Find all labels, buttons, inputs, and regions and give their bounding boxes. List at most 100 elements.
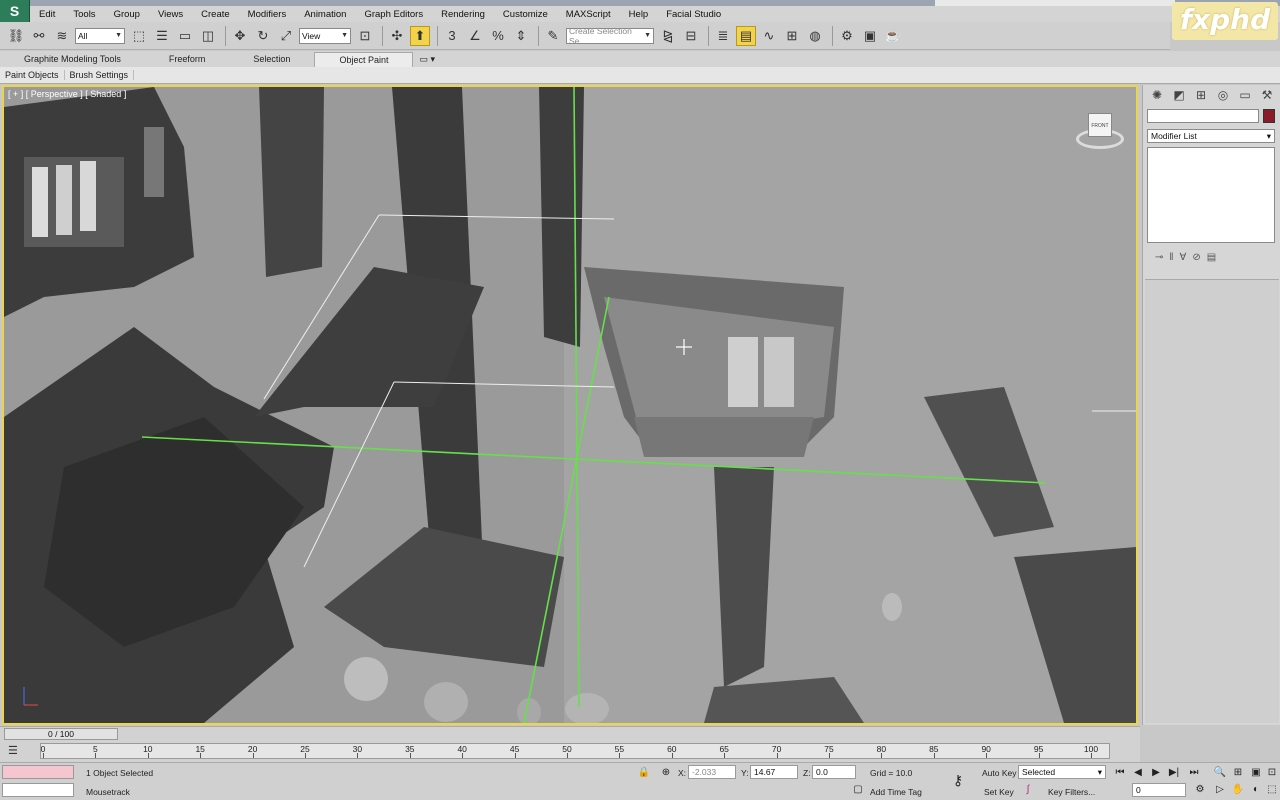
panel-brush-settings[interactable]: Brush Settings (65, 70, 135, 80)
align-icon[interactable]: ⊟ (681, 26, 701, 46)
spinner-snap-icon[interactable]: ⇕ (511, 26, 531, 46)
add-time-tag[interactable]: Add Time Tag (870, 787, 922, 797)
current-frame-field[interactable]: 0 (1132, 783, 1186, 797)
bind-space-warp-icon[interactable]: ≋ (52, 26, 72, 46)
menu-graph-editors[interactable]: Graph Editors (355, 9, 432, 20)
menu-group[interactable]: Group (105, 9, 149, 20)
material-editor-icon[interactable]: ◍ (805, 26, 825, 46)
modifier-stack[interactable] (1147, 147, 1275, 243)
menu-tools[interactable]: Tools (64, 9, 104, 20)
select-and-rotate-icon[interactable]: ↻ (253, 26, 273, 46)
keyboard-shortcut-override-icon[interactable]: ⬆ (410, 25, 430, 46)
menu-facial-studio[interactable]: Facial Studio (657, 9, 730, 20)
menu-rendering[interactable]: Rendering (432, 9, 494, 20)
show-end-result-icon[interactable]: ‖ (1169, 252, 1173, 263)
auto-key-button[interactable]: Auto Key (982, 768, 1017, 778)
menu-animation[interactable]: Animation (295, 9, 355, 20)
rendered-frame-window-icon[interactable]: ▣ (860, 26, 880, 46)
selection-filter-dropdown[interactable]: All ▼ (75, 27, 125, 44)
render-setup-icon[interactable]: ⚙ (837, 26, 857, 46)
key-mode-dropdown[interactable]: Selected ▾ (1018, 765, 1106, 779)
zoom-icon[interactable]: 🔍 (1212, 766, 1228, 780)
orbit-icon[interactable]: ◐ (1248, 783, 1264, 797)
select-and-move-icon[interactable]: ✥ (230, 26, 250, 46)
previous-frame-icon[interactable]: ◀ (1130, 766, 1146, 780)
create-tab-icon[interactable]: ✺ (1147, 86, 1167, 104)
viewcube[interactable]: FRONT (1072, 109, 1128, 155)
viewcube-front-face[interactable]: FRONT (1088, 113, 1112, 137)
motion-tab-icon[interactable]: ◎ (1213, 86, 1233, 104)
mini-curve-editor-icon[interactable]: ☰ (8, 744, 26, 758)
select-by-name-icon[interactable]: ☰ (152, 26, 172, 46)
absolute-mode-icon[interactable]: ⊕ (658, 766, 674, 780)
pivot-center-icon[interactable]: ⊡ (355, 26, 375, 46)
go-to-start-icon[interactable]: ⏮ (1112, 766, 1128, 780)
mirror-icon[interactable]: ⧎ (658, 26, 678, 46)
x-coordinate-field[interactable]: -2.033 (688, 765, 736, 779)
key-icon[interactable]: ⚷ (950, 773, 966, 787)
named-selection-dropdown[interactable]: Create Selection Se ▼ (566, 26, 654, 46)
modifier-list-dropdown[interactable]: Modifier List ▾ (1147, 129, 1275, 143)
panel-paint-objects[interactable]: Paint Objects (0, 70, 65, 80)
object-name-input[interactable] (1147, 109, 1259, 123)
viewport-label[interactable]: [ + ] [ Perspective ] [ Shaded ] (8, 89, 126, 99)
y-coordinate-field[interactable]: 14.67 (750, 765, 798, 779)
z-coordinate-field[interactable]: 0.0 (812, 765, 856, 779)
schematic-view-icon[interactable]: ⊞ (782, 26, 802, 46)
menu-views[interactable]: Views (149, 9, 192, 20)
menu-customize[interactable]: Customize (494, 9, 557, 20)
key-filters-button[interactable]: Key Filters... (1048, 787, 1095, 797)
key-curve-icon[interactable]: ∫ (1020, 783, 1036, 797)
menu-maxscript[interactable]: MAXScript (557, 9, 620, 20)
hierarchy-tab-icon[interactable]: ⊞ (1191, 86, 1211, 104)
lock-selection-icon[interactable]: 🔒 (636, 766, 652, 780)
maxscript-input[interactable] (2, 783, 74, 797)
object-color-swatch[interactable] (1263, 109, 1275, 123)
tab-object-paint[interactable]: Object Paint (314, 52, 414, 67)
window-crossing-icon[interactable]: ◫ (198, 26, 218, 46)
tab-selection[interactable]: Selection (229, 52, 314, 67)
maxscript-listener-mini[interactable] (2, 765, 74, 779)
layer-manager-icon[interactable]: ≣ (713, 26, 733, 46)
display-tab-icon[interactable]: ▭ (1235, 86, 1255, 104)
rectangular-selection-icon[interactable]: ▭ (175, 26, 195, 46)
set-key-button[interactable]: Set Key (984, 787, 1014, 797)
unlink-icon[interactable]: ⚯ (29, 26, 49, 46)
percent-snap-icon[interactable]: % (488, 26, 508, 46)
modify-tab-icon[interactable]: ◩ (1169, 86, 1189, 104)
time-slider[interactable]: 0 / 100 (0, 726, 1140, 740)
zoom-extents-all-icon[interactable]: ⊡ (1264, 766, 1280, 780)
pin-stack-icon[interactable]: ⊸ (1155, 252, 1163, 263)
curve-editor-icon[interactable]: ∿ (759, 26, 779, 46)
snaps-toggle-icon[interactable]: 3 (442, 26, 462, 46)
tab-freeform[interactable]: Freeform (145, 52, 230, 67)
graphite-toggle-icon[interactable]: ▤ (736, 25, 756, 46)
utilities-tab-icon[interactable]: ⚒ (1257, 86, 1277, 104)
application-button[interactable]: S (0, 0, 30, 22)
pan-view-icon[interactable]: ✋ (1230, 783, 1246, 797)
play-icon[interactable]: ▶ (1148, 766, 1164, 780)
field-of-view-icon[interactable]: ▷ (1212, 783, 1228, 797)
select-and-scale-icon[interactable]: ⤢ (276, 26, 296, 46)
frame-ruler[interactable]: 0 5 10 15 20 25 30 35 40 45 50 55 60 65 70 75 80 85 90 95 10… (40, 743, 1110, 759)
angle-snap-icon[interactable]: ∠ (465, 26, 485, 46)
time-tag-icon[interactable]: ▢ (850, 783, 866, 797)
render-production-icon[interactable]: ☕ (883, 26, 903, 46)
zoom-extents-icon[interactable]: ▣ (1248, 766, 1264, 780)
time-slider-thumb[interactable]: 0 / 100 (4, 728, 118, 740)
ribbon-options-icon[interactable]: ▭ ▾ (413, 52, 441, 67)
configure-modifier-sets-icon[interactable]: ▤ (1207, 252, 1216, 263)
next-frame-icon[interactable]: ▶| (1166, 766, 1182, 780)
go-to-end-icon[interactable]: ⏭ (1186, 766, 1202, 780)
menu-create[interactable]: Create (192, 9, 239, 20)
reference-coordinate-dropdown[interactable]: View ▼ (299, 27, 351, 44)
tab-graphite-modeling-tools[interactable]: Graphite Modeling Tools (0, 52, 145, 67)
time-configuration-icon[interactable]: ⚙ (1192, 783, 1208, 797)
select-and-link-icon[interactable]: ⛓ (6, 26, 26, 46)
menu-modifiers[interactable]: Modifiers (239, 9, 296, 20)
make-unique-icon[interactable]: ∀ (1180, 252, 1187, 263)
perspective-viewport[interactable]: [ + ] [ Perspective ] [ Shaded ] FRONT (2, 85, 1138, 725)
select-manipulate-icon[interactable]: ✣ (387, 26, 407, 46)
edit-named-selection-icon[interactable]: ✎ (543, 26, 563, 46)
select-object-icon[interactable]: ⬚ (129, 26, 149, 46)
